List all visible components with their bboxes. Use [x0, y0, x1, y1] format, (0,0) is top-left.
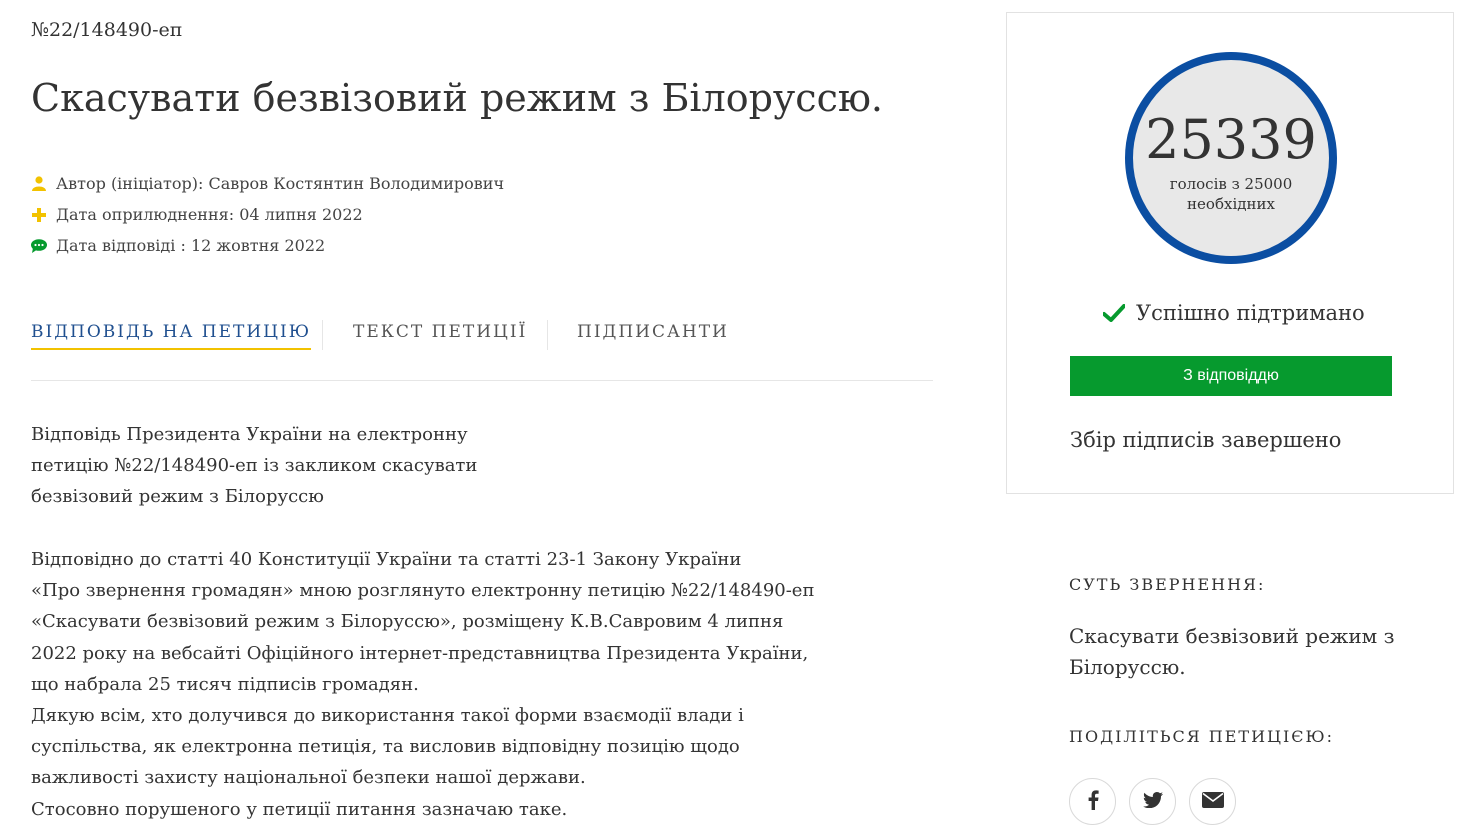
answer-body-line: Дякую всім, хто долучився до використанн…: [31, 705, 744, 727]
summary-label: СУТЬ ЗВЕРНЕННЯ:: [1069, 575, 1266, 594]
tab-divider: [322, 320, 323, 350]
status-text: Успішно підтримано: [1136, 301, 1365, 325]
answer-body-line: Відповідно до статті 40 Конституції Укра…: [31, 549, 742, 570]
twitter-icon: [1142, 791, 1163, 812]
vote-counter: 25339 голосів з 25000 необхідних: [1125, 52, 1337, 264]
status-badge: Успішно підтримано: [1103, 301, 1365, 325]
share-twitter-button[interactable]: [1129, 778, 1176, 825]
answer-body-line: Стосовно порушеного у петиції питання за…: [31, 798, 568, 820]
share-label: ПОДІЛІТЬСЯ ПЕТИЦІЄЮ:: [1069, 727, 1335, 746]
share-email-button[interactable]: [1189, 778, 1236, 825]
answer-body-line: «Про звернення громадян» мною розглянуто…: [31, 580, 815, 602]
answer-body: Відповідно до статті 40 Конституції Укра…: [31, 544, 814, 825]
tab-answer[interactable]: ВІДПОВІДЬ НА ПЕТИЦІЮ: [31, 318, 312, 350]
petition-meta: Автор (ініціатор): Савров Костянтин Воло…: [31, 168, 504, 261]
plus-icon: [31, 207, 47, 223]
petition-tabs: ВІДПОВІДЬ НА ПЕТИЦІЮ ТЕКСТ ПЕТИЦІЇ ПІДПИ…: [31, 318, 933, 381]
share-facebook-button[interactable]: [1069, 778, 1116, 825]
author-text: Автор (ініціатор): Савров Костянтин Воло…: [56, 174, 505, 193]
answered-row: Дата відповіді : 12 жовтня 2022: [31, 230, 504, 261]
vote-count: 25339: [1145, 108, 1317, 171]
petition-number: №22/148490-еп: [31, 19, 183, 41]
tab-petition-text[interactable]: ТЕКСТ ПЕТИЦІЇ: [353, 318, 527, 348]
answer-heading-line: петицію №22/148490-еп із закликом скасув…: [31, 455, 478, 477]
share-buttons: [1069, 778, 1236, 825]
answered-text: Дата відповіді : 12 жовтня 2022: [56, 236, 326, 255]
tab-divider: [547, 320, 548, 350]
answer-heading-line: безвізовий режим з Білоруссю: [31, 486, 324, 508]
page-title: Скасувати безвізовий режим з Білоруссю.: [31, 76, 884, 120]
with-answer-button[interactable]: З відповіддю: [1070, 356, 1392, 396]
check-icon: [1103, 304, 1125, 322]
collection-status: Збір підписів завершено: [1070, 428, 1342, 452]
answer-body-line: «Скасувати безвізовий режим з Білоруссю»…: [31, 611, 784, 633]
answer-body-line: важливості захисту національної безпеки …: [31, 767, 586, 789]
user-icon: [31, 176, 47, 192]
answer-body-line: суспільства, як електронна петиція, та в…: [31, 736, 740, 758]
answer-body-line: 2022 року на вебсайті Офіційного інтерне…: [31, 642, 809, 664]
email-icon: [1201, 791, 1224, 812]
comment-icon: [31, 238, 47, 254]
summary-text: Скасувати безвізовий режим з Білоруссю.: [1069, 624, 1395, 679]
published-row: Дата оприлюднення: 04 липня 2022: [31, 199, 504, 230]
answer-heading-line: Відповідь Президента України на електрон…: [31, 424, 468, 445]
tab-signers[interactable]: ПІДПИСАНТИ: [577, 318, 729, 348]
published-text: Дата оприлюднення: 04 липня 2022: [56, 205, 363, 224]
answer-heading: Відповідь Президента України на електрон…: [31, 419, 477, 513]
facebook-icon: [1087, 789, 1099, 814]
vote-count-caption: голосів з 25000 необхідних: [1169, 175, 1293, 213]
author-row: Автор (ініціатор): Савров Костянтин Воло…: [31, 168, 504, 199]
answer-body-line: що набрала 25 тисяч підписів громадян.: [31, 673, 419, 695]
petition-status-card: 25339 голосів з 25000 необхідних Успішно…: [1006, 12, 1454, 494]
